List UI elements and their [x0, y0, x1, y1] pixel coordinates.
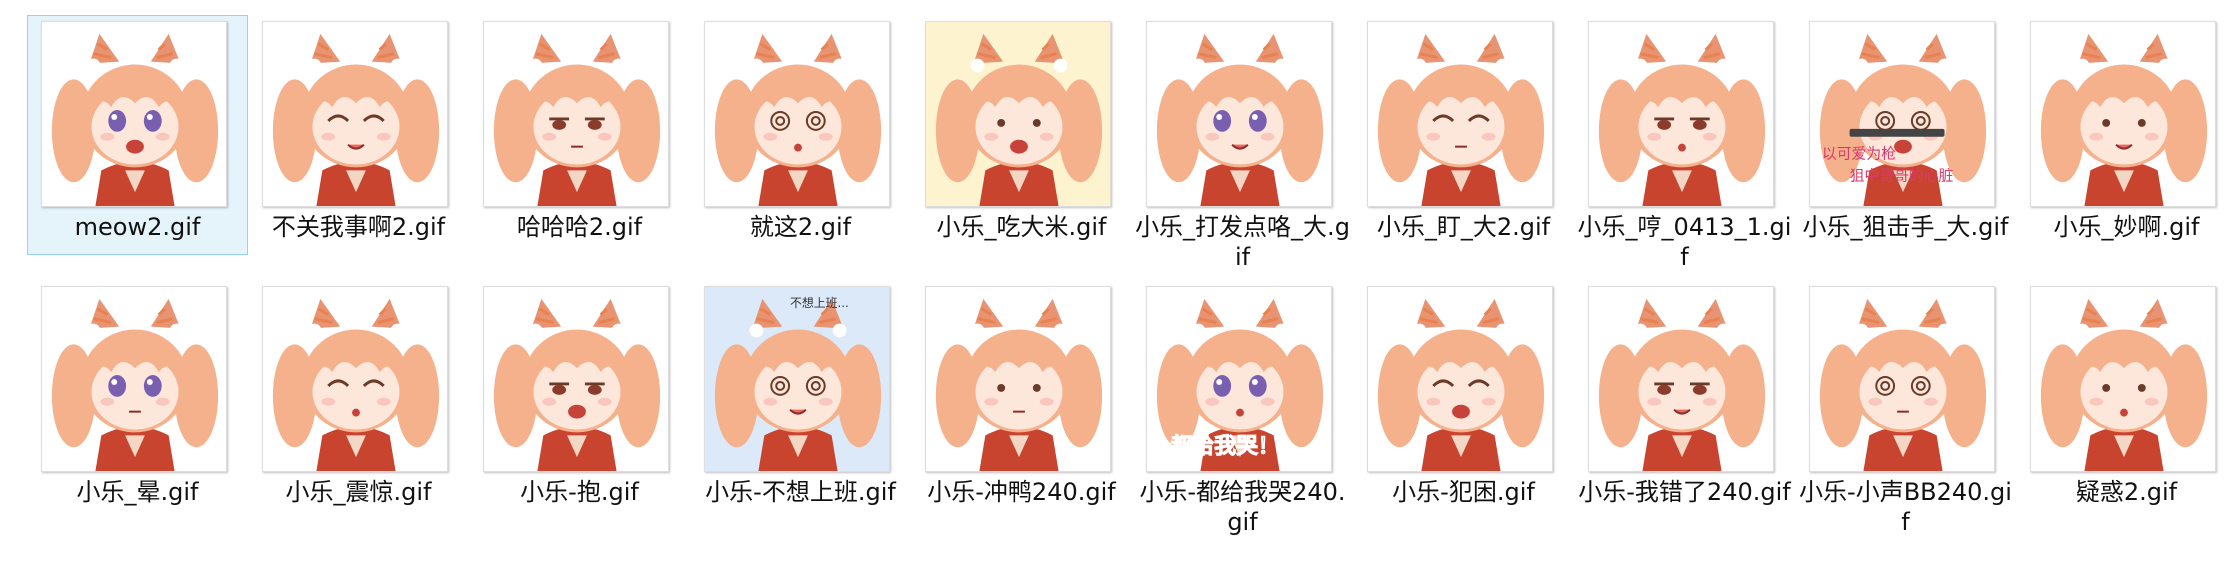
file-item[interactable]: 小乐-冲鸭240.gif [911, 280, 1132, 520]
file-item[interactable]: 都给我哭！ 小乐-都给我哭240.gif [1132, 280, 1353, 536]
file-item[interactable]: 小乐_哼_0413_1.gif [1574, 15, 1795, 271]
file-name-label: 小乐_妙啊.gif [2053, 213, 2200, 241]
file-name-label: 小乐-小声BB240.gif [1799, 478, 2012, 536]
file-grid: meow2.gif 不关我事啊2.gif 哈哈哈2.gif 就这2.gif 小乐… [0, 0, 2240, 572]
file-name-label: 哈哈哈2.gif [516, 213, 643, 241]
file-name-label: 小乐-都给我哭240.gif [1139, 478, 1346, 536]
gif-thumbnail[interactable] [1809, 286, 1995, 472]
file-name-label: 小乐-犯困.gif [1392, 478, 1535, 506]
file-item[interactable]: 小乐_盯_大2.gif [1353, 15, 1574, 255]
file-item[interactable]: 哈哈哈2.gif [469, 15, 690, 255]
file-item[interactable]: 不关我事啊2.gif [248, 15, 469, 255]
gif-thumbnail[interactable] [1146, 21, 1332, 207]
gif-thumbnail[interactable] [483, 286, 669, 472]
gif-thumbnail[interactable] [2030, 21, 2216, 207]
file-item[interactable]: 不想上班... 小乐-不想上班.gif [690, 280, 911, 520]
file-name-label: 小乐_吃大米.gif [936, 213, 1107, 241]
file-name-label: 小乐_晕.gif [76, 478, 199, 506]
gif-thumbnail[interactable] [1367, 21, 1553, 207]
svg-text:都给我哭！: 都给我哭！ [1170, 433, 1280, 459]
file-item[interactable]: 小乐-小声BB240.gif [1795, 280, 2016, 536]
gif-thumbnail[interactable] [262, 286, 448, 472]
file-name-label: 小乐_狙击手_大.gif [1802, 213, 2009, 241]
file-item[interactable]: 小乐_晕.gif [27, 280, 248, 520]
gif-thumbnail[interactable] [41, 21, 227, 207]
file-name-label: 小乐_打发点咯_大.gif [1135, 213, 1350, 271]
file-item[interactable]: 小乐-我错了240.gif [1574, 280, 1795, 520]
file-name-label: 小乐-冲鸭240.gif [927, 478, 1116, 506]
gif-thumbnail[interactable] [1588, 21, 1774, 207]
gif-thumbnail[interactable] [2030, 286, 2216, 472]
gif-thumbnail[interactable] [262, 21, 448, 207]
gif-thumbnail[interactable]: 都给我哭！ [1146, 286, 1332, 472]
svg-text:不想上班...: 不想上班... [790, 296, 849, 310]
svg-text:以可爱为枪: 以可爱为枪 [1822, 146, 1896, 163]
gif-thumbnail[interactable]: 不想上班... [704, 286, 890, 472]
file-name-label: 小乐-不想上班.gif [705, 478, 896, 506]
gif-thumbnail[interactable] [925, 21, 1111, 207]
file-item[interactable]: 小乐_打发点咯_大.gif [1132, 15, 1353, 271]
file-name-label: 小乐_震惊.gif [285, 478, 432, 506]
gif-thumbnail[interactable] [925, 286, 1111, 472]
file-item[interactable]: 小乐_妙啊.gif [2016, 15, 2237, 255]
file-name-label: 小乐-我错了240.gif [1578, 478, 1791, 506]
file-item[interactable]: 小乐-抱.gif [469, 280, 690, 520]
file-item[interactable]: 小乐_震惊.gif [248, 280, 469, 520]
file-item[interactable]: meow2.gif [27, 15, 248, 255]
gif-thumbnail[interactable] [483, 21, 669, 207]
file-item[interactable]: 疑惑2.gif [2016, 280, 2237, 520]
file-item[interactable]: 小乐_吃大米.gif [911, 15, 1132, 255]
gif-thumbnail[interactable] [41, 286, 227, 472]
file-name-label: 就这2.gif [749, 213, 852, 241]
file-item[interactable]: 以可爱为枪 狙中哥哥的心脏 小乐_狙击手_大.gif [1795, 15, 2016, 255]
file-item[interactable]: 小乐-犯困.gif [1353, 280, 1574, 520]
file-name-label: 小乐_盯_大2.gif [1376, 213, 1551, 241]
file-name-label: meow2.gif [74, 213, 201, 241]
file-name-label: 小乐-抱.gif [520, 478, 639, 506]
gif-thumbnail[interactable] [1367, 286, 1553, 472]
gif-thumbnail[interactable]: 以可爱为枪 狙中哥哥的心脏 [1809, 21, 1995, 207]
file-name-label: 小乐_哼_0413_1.gif [1577, 213, 1792, 271]
gif-thumbnail[interactable] [704, 21, 890, 207]
gif-thumbnail[interactable] [1588, 286, 1774, 472]
svg-text:狙中哥哥的心脏: 狙中哥哥的心脏 [1850, 167, 1954, 184]
file-item[interactable]: 就这2.gif [690, 15, 911, 255]
file-name-label: 疑惑2.gif [2075, 478, 2178, 506]
file-name-label: 不关我事啊2.gif [271, 213, 446, 241]
